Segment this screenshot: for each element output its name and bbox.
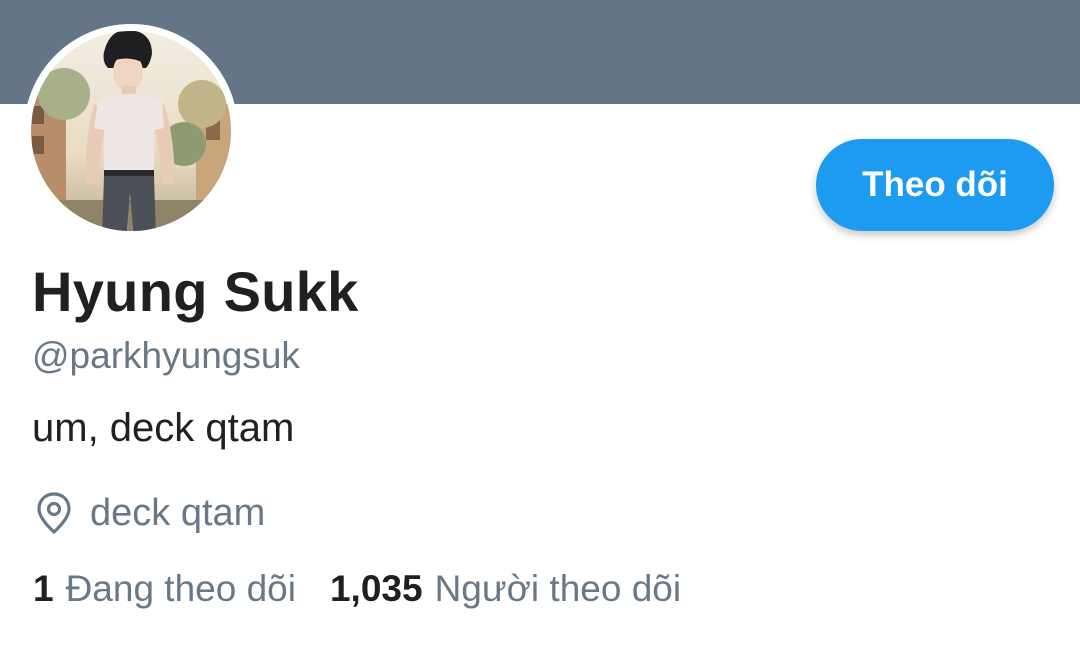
followers-count: 1,035: [329, 568, 423, 609]
location-pin-icon: [37, 492, 71, 534]
profile-display-name: Hyung Sukk: [32, 260, 359, 323]
profile-stats: 1 Đang theo dõi 1,035 Người theo dõi: [33, 570, 681, 607]
profile-avatar[interactable]: [24, 24, 238, 238]
profile-location: deck qtam: [34, 488, 265, 538]
avatar-illustration: [24, 24, 238, 238]
followers-label: Người theo dõi: [434, 568, 682, 609]
follow-button[interactable]: Theo dõi: [816, 139, 1054, 231]
location-text: deck qtam: [90, 492, 266, 534]
profile-bio: um, deck qtam: [32, 406, 295, 450]
following-label: Đang theo dõi: [65, 568, 296, 609]
following-link[interactable]: 1 Đang theo dõi: [33, 570, 296, 607]
following-count: 1: [33, 568, 54, 609]
profile-handle: @parkhyungsuk: [32, 335, 300, 376]
followers-link[interactable]: 1,035 Người theo dõi: [330, 570, 681, 607]
